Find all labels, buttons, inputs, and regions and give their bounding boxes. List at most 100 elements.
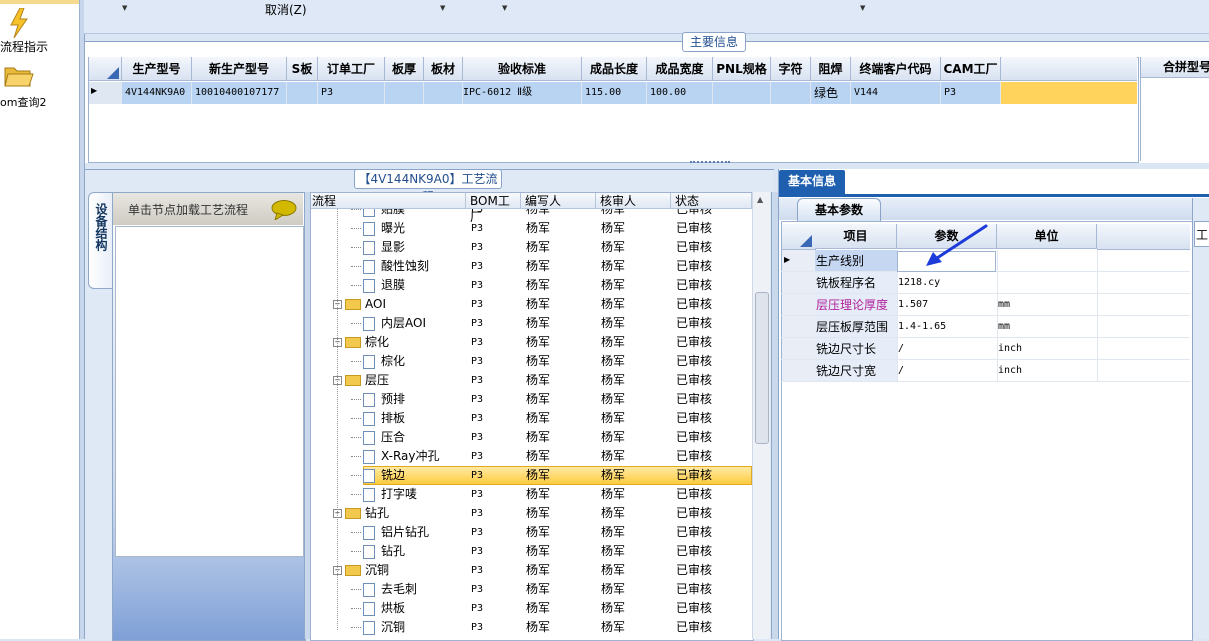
tree-row[interactable]: 去毛刺 P3 杨军 杨军 已审核 — [311, 580, 752, 599]
table-cell[interactable]: IPC-6012 Ⅱ级 — [463, 82, 582, 104]
table-cell[interactable]: 100.00 — [647, 82, 713, 104]
column-header[interactable]: 板厚 — [385, 57, 424, 81]
tree-row[interactable]: X-Ray冲孔 P3 杨军 杨军 已审核 — [311, 447, 752, 466]
tree-cell-status: 已审核 — [676, 620, 713, 634]
tree-column-header[interactable]: 编写人 — [521, 193, 596, 209]
param-row[interactable]: 层压理论厚度 1.507 mm — [781, 294, 1190, 316]
table-cell[interactable]: 4V144NK9A0 — [122, 82, 192, 104]
tab-basic-info[interactable]: 基本信息 — [779, 170, 845, 194]
tree-node-label: 铣边 — [381, 468, 406, 482]
tab-basic-params[interactable]: 基本参数 — [797, 198, 881, 221]
dropdown-arrow-icon[interactable]: ▼ — [122, 4, 127, 12]
tree-row[interactable]: − 层压 P3 杨军 杨军 已审核 — [311, 371, 752, 390]
column-header-unit[interactable]: 单位 — [997, 224, 1097, 249]
tree-column-header[interactable]: 状态 — [671, 193, 752, 209]
param-value[interactable]: / — [898, 360, 904, 382]
column-header[interactable]: 板材 — [424, 57, 463, 81]
param-row[interactable]: 铣边尺寸宽 / inch — [781, 360, 1190, 382]
tree-row-selected[interactable]: 铣边 P3 杨军 杨军 已审核 — [311, 466, 752, 485]
tree-column-header[interactable]: BOM工厂 — [466, 193, 521, 224]
column-header[interactable]: 阻焊 — [811, 57, 851, 81]
table-cell[interactable] — [385, 82, 424, 104]
tree-row[interactable]: − 棕化 P3 杨军 杨军 已审核 — [311, 333, 752, 352]
tree-cell-status: 已审核 — [676, 297, 713, 311]
param-value[interactable]: 1218.cy — [898, 272, 940, 294]
file-icon — [363, 278, 375, 293]
row-indicator[interactable]: ▶ — [89, 82, 123, 104]
column-header[interactable]: 终端客户代码 — [851, 57, 941, 81]
tree-cell-reviewer: 杨军 — [601, 209, 626, 216]
tree-row[interactable]: 曝光 P3 杨军 杨军 已审核 — [311, 219, 752, 238]
tree-row[interactable]: 退膜 P3 杨军 杨军 已审核 — [311, 276, 752, 295]
tree-row[interactable]: − 钻孔 P3 杨军 杨军 已审核 — [311, 504, 752, 523]
tree-row[interactable]: − AOI P3 杨军 杨军 已审核 — [311, 295, 752, 314]
scroll-thumb[interactable] — [755, 292, 769, 444]
tree-row[interactable]: 棕化 P3 杨军 杨军 已审核 — [311, 352, 752, 371]
tree-row[interactable]: 烘板 P3 杨军 杨军 已审核 — [311, 599, 752, 618]
nav-item-bom-query[interactable]: om查询2 — [0, 62, 79, 109]
tree-row[interactable]: 贴膜 P3 杨军 杨军 已审核 — [311, 209, 752, 219]
table-cell[interactable]: 115.00 — [582, 82, 647, 104]
param-value[interactable]: 1.4-1.65 — [898, 316, 946, 338]
table-cell[interactable]: P3 — [318, 82, 385, 104]
column-header[interactable]: 订单工厂 — [318, 57, 385, 81]
equipment-list[interactable] — [115, 226, 304, 557]
row-indicator[interactable] — [782, 294, 816, 315]
grid-corner[interactable] — [89, 57, 122, 81]
cancel-button[interactable]: 取消(Z) — [265, 1, 307, 18]
tree-cell-status: 已审核 — [676, 392, 713, 406]
tree-row[interactable]: − 沉铜 P3 杨军 杨军 已审核 — [311, 561, 752, 580]
right-edge-tab[interactable]: 工 — [1194, 221, 1209, 247]
tree-column-header[interactable]: 流程 — [311, 193, 466, 209]
param-row[interactable]: 铣边尺寸长 / inch — [781, 338, 1190, 360]
side-tab-equipment[interactable]: 设备结构 — [88, 192, 114, 289]
dropdown-arrow-icon[interactable]: ▼ — [440, 4, 445, 12]
table-cell[interactable]: 绿色 — [811, 82, 851, 104]
column-header[interactable]: 成品宽度 — [647, 57, 713, 81]
column-header[interactable]: 验收标准 — [463, 57, 582, 81]
row-indicator[interactable] — [782, 360, 816, 381]
tree-row[interactable]: 铝片钻孔 P3 杨军 杨军 已审核 — [311, 523, 752, 542]
param-value[interactable]: 1.507 — [898, 294, 928, 316]
row-indicator[interactable] — [782, 316, 816, 337]
table-cell[interactable] — [424, 82, 463, 104]
table-cell[interactable]: V144 — [851, 82, 941, 104]
table-cell[interactable] — [713, 82, 771, 104]
column-header[interactable]: PNL规格 — [713, 57, 771, 81]
column-header[interactable]: CAM工厂 — [941, 57, 1001, 81]
dropdown-arrow-icon[interactable]: ▼ — [860, 4, 865, 12]
column-header[interactable]: S板 — [287, 57, 318, 81]
column-header[interactable]: 成品长度 — [582, 57, 647, 81]
tree-row[interactable]: 打字唛 P3 杨军 杨军 已审核 — [311, 485, 752, 504]
tree-row[interactable]: 显影 P3 杨军 杨军 已审核 — [311, 238, 752, 257]
column-header[interactable]: 生产型号 — [122, 57, 192, 81]
params-grid-corner[interactable] — [782, 224, 816, 250]
column-header[interactable]: 新生产型号 — [192, 57, 287, 81]
row-indicator[interactable] — [782, 272, 816, 293]
row-indicator[interactable] — [782, 338, 816, 359]
tree-row[interactable]: 排板 P3 杨军 杨军 已审核 — [311, 409, 752, 428]
vertical-splitter[interactable] — [771, 192, 778, 639]
dropdown-arrow-icon[interactable]: ▼ — [502, 4, 507, 12]
table-cell-active[interactable] — [1001, 82, 1137, 104]
param-row[interactable]: 铣板程序名 1218.cy — [781, 272, 1190, 294]
tree-scrollbar[interactable]: ▲ — [752, 192, 770, 639]
column-header-item[interactable]: 项目 — [815, 224, 897, 249]
nav-item-process-guide[interactable]: 流程指示 — [0, 6, 79, 56]
tree-row[interactable]: 内层AOI P3 杨军 杨军 已审核 — [311, 314, 752, 333]
table-cell[interactable] — [771, 82, 811, 104]
table-cell[interactable]: 10010400107177 — [192, 82, 287, 104]
column-header[interactable]: 字符 — [771, 57, 811, 81]
tree-row[interactable]: 钻孔 P3 杨军 杨军 已审核 — [311, 542, 752, 561]
tree-column-header[interactable]: 核审人 — [596, 193, 671, 209]
tree-row[interactable]: 酸性蚀刻 P3 杨军 杨军 已审核 — [311, 257, 752, 276]
tree-row[interactable]: 预排 P3 杨军 杨军 已审核 — [311, 390, 752, 409]
splitter-grip[interactable] — [690, 161, 730, 169]
tree-row[interactable]: 压合 P3 杨军 杨军 已审核 — [311, 428, 752, 447]
scroll-up-icon[interactable]: ▲ — [757, 195, 763, 204]
tree-row[interactable]: 沉铜 P3 杨军 杨军 已审核 — [311, 618, 752, 637]
param-row[interactable]: 层压板厚范围 1.4-1.65 mm — [781, 316, 1190, 338]
table-cell[interactable]: P3 — [941, 82, 1001, 104]
param-value[interactable]: / — [898, 338, 904, 360]
table-cell[interactable] — [287, 82, 318, 104]
